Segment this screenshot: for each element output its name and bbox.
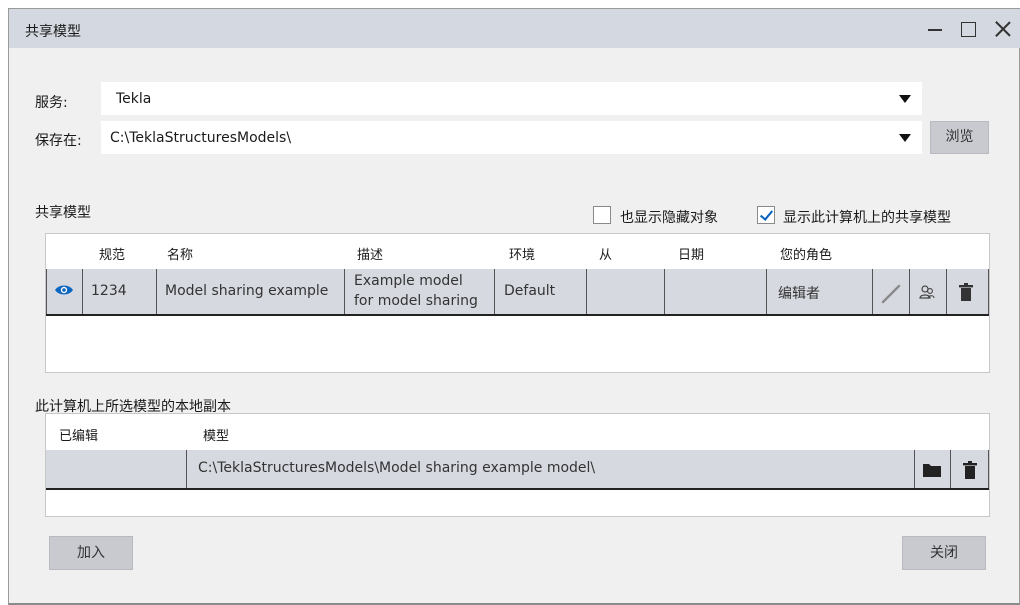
column-divider xyxy=(766,269,767,314)
show-hidden-checkbox[interactable] xyxy=(593,206,611,224)
column-divider xyxy=(914,450,915,488)
column-divider xyxy=(664,269,665,314)
row-left-border xyxy=(46,269,47,314)
close-icon[interactable] xyxy=(989,15,1017,43)
column-divider xyxy=(344,269,345,314)
save-location-value: C:\TeklaStructuresModels\ xyxy=(110,130,292,146)
column-divider xyxy=(950,450,951,488)
column-header-edited[interactable]: 已编辑 xyxy=(59,425,98,444)
local-copies-table: 已编辑 模型 C:\TeklaStructuresModels\Model sh… xyxy=(45,413,990,517)
column-header-code[interactable]: 规范 xyxy=(99,244,125,263)
browse-button[interactable]: 浏览 xyxy=(930,121,989,154)
column-header-model[interactable]: 模型 xyxy=(203,425,229,444)
column-divider xyxy=(946,269,947,314)
column-header-description[interactable]: 描述 xyxy=(357,244,383,263)
show-local-label: 显示此计算机上的共享模型 xyxy=(783,210,951,226)
dropdown-arrow-icon xyxy=(899,134,911,142)
row-model-path: C:\TeklaStructuresModels\Model sharing e… xyxy=(198,460,596,476)
row-description-line2: for model sharing xyxy=(354,293,478,309)
column-divider xyxy=(988,269,989,314)
pencil-icon[interactable] xyxy=(880,281,904,309)
users-icon[interactable] xyxy=(918,283,936,305)
column-divider xyxy=(988,450,989,488)
folder-icon[interactable] xyxy=(923,463,941,481)
row-role: 编辑者 xyxy=(778,286,820,302)
save-location-dropdown[interactable]: C:\TeklaStructuresModels\ xyxy=(101,121,922,154)
shared-models-dialog: 共享模型 服务: Tekla 保存在: C:\TeklaStructuresMo… xyxy=(8,8,1020,605)
table-row[interactable]: 1234 Model sharing example Example model… xyxy=(46,269,989,316)
table-row[interactable]: C:\TeklaStructuresModels\Model sharing e… xyxy=(46,450,989,490)
service-dropdown[interactable]: Tekla xyxy=(101,82,922,115)
column-divider xyxy=(909,269,910,314)
title-bar: 共享模型 xyxy=(9,9,1020,48)
service-label: 服务: xyxy=(35,95,68,111)
column-divider xyxy=(494,269,495,314)
minimize-icon[interactable] xyxy=(921,15,949,43)
save-location-label: 保存在: xyxy=(35,133,82,149)
column-header-name[interactable]: 名称 xyxy=(167,244,193,263)
column-divider xyxy=(186,450,187,488)
trash-icon[interactable] xyxy=(963,461,977,483)
column-divider xyxy=(82,269,83,314)
show-hidden-label: 也显示隐藏对象 xyxy=(620,210,718,226)
window-title: 共享模型 xyxy=(25,24,81,40)
column-header-role[interactable]: 您的角色 xyxy=(780,244,832,263)
row-name: Model sharing example xyxy=(165,283,329,299)
column-divider xyxy=(156,269,157,314)
eye-icon[interactable] xyxy=(54,283,74,301)
service-value: Tekla xyxy=(116,91,152,107)
add-button[interactable]: 加入 xyxy=(49,536,133,570)
dropdown-arrow-icon xyxy=(899,95,911,103)
column-divider xyxy=(586,269,587,314)
column-header-environment[interactable]: 环境 xyxy=(509,244,535,263)
maximize-icon[interactable] xyxy=(954,15,982,43)
show-local-checkbox[interactable] xyxy=(757,206,775,224)
column-divider xyxy=(872,269,873,314)
row-code: 1234 xyxy=(91,283,127,299)
shared-models-table: 规范 名称 描述 环境 从 日期 您的角色 1234 Model sharing… xyxy=(45,233,990,373)
close-button[interactable]: 关闭 xyxy=(902,536,986,570)
row-description-line1: Example model xyxy=(354,273,463,289)
row-environment: Default xyxy=(504,283,556,299)
column-header-from[interactable]: 从 xyxy=(599,244,612,263)
trash-icon[interactable] xyxy=(959,283,973,305)
column-header-date[interactable]: 日期 xyxy=(678,244,704,263)
shared-models-heading: 共享模型 xyxy=(35,205,91,221)
